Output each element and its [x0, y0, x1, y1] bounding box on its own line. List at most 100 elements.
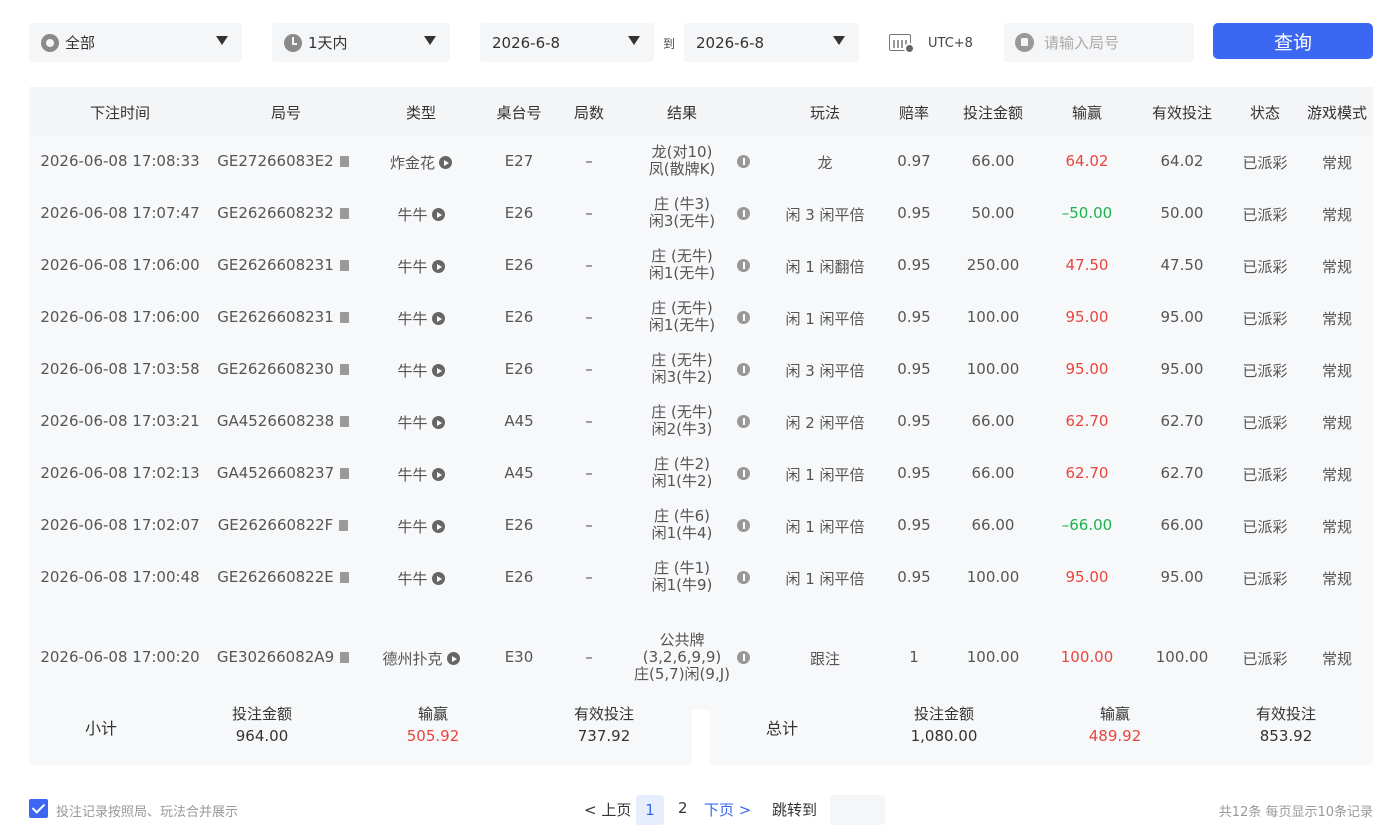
cell-winloss: 62.70: [1042, 412, 1132, 430]
play-replay-icon[interactable]: [431, 520, 445, 533]
cell-table: E26: [489, 256, 549, 274]
cell-count: –: [569, 256, 609, 274]
cell-status: 已派彩: [1230, 308, 1300, 329]
cell-bet-text: 100.00: [966, 568, 1020, 586]
cell-count-text: –: [585, 464, 593, 482]
merge-checkbox[interactable]: [29, 799, 48, 818]
cell-count-text: –: [585, 204, 593, 222]
cell-mode-text: 常规: [1321, 258, 1352, 276]
info-icon[interactable]: [737, 207, 750, 220]
page-1-button[interactable]: 1: [636, 795, 664, 825]
play-replay-icon[interactable]: [431, 468, 445, 481]
play-replay-icon[interactable]: [439, 156, 452, 169]
column-header-round: 局号: [270, 104, 301, 122]
cell-round-text: GE2626608231: [217, 256, 334, 274]
cell-odds-text: 1: [909, 648, 919, 666]
cell-valid: 64.02: [1137, 152, 1227, 170]
cell-play: 闲 1 闲翻倍: [770, 256, 880, 277]
cell-count: –: [569, 152, 609, 170]
cell-type-text: 牛牛: [397, 466, 428, 484]
info-icon[interactable]: [737, 651, 750, 664]
result-line: 庄 (牛3): [653, 195, 711, 213]
jump-to-label: 跳转到: [772, 801, 818, 819]
info-icon[interactable]: [737, 519, 750, 532]
copy-icon[interactable]: [339, 364, 349, 375]
info-icon[interactable]: [737, 415, 750, 428]
copy-icon[interactable]: [340, 416, 350, 427]
round-icon: [1015, 33, 1034, 52]
cell-bet-text: 100.00: [966, 360, 1020, 378]
copy-icon[interactable]: [339, 156, 349, 167]
cell-mode: 常规: [1302, 648, 1372, 669]
info-icon[interactable]: [737, 155, 750, 168]
copy-icon[interactable]: [339, 208, 349, 219]
copy-icon[interactable]: [339, 312, 349, 323]
cell-mode-text: 常规: [1321, 414, 1352, 432]
cell-count: –: [569, 412, 609, 430]
cell-play-text: 闲 1 闲翻倍: [785, 258, 865, 276]
play-replay-icon[interactable]: [431, 208, 445, 221]
cell-type-text: 德州扑克: [382, 650, 443, 668]
result-line: 庄 (无牛): [651, 247, 713, 265]
info-icon[interactable]: [737, 259, 750, 272]
cell-bet-text: 66.00: [971, 516, 1015, 534]
cell-table-text: E26: [504, 568, 534, 586]
play-replay-icon[interactable]: [431, 260, 445, 273]
category-select[interactable]: 全部: [29, 23, 242, 62]
prev-page-link[interactable]: < 上页: [584, 799, 631, 820]
cell-bet-text: 50.00: [971, 204, 1015, 222]
copy-icon[interactable]: [340, 468, 350, 479]
period-select[interactable]: 1天内: [272, 23, 450, 62]
date-from-select[interactable]: 2026-6-8: [480, 23, 654, 62]
cell-bet-text: 66.00: [971, 412, 1015, 430]
cell-count: –: [569, 308, 609, 326]
info-icon[interactable]: [737, 311, 750, 324]
copy-icon[interactable]: [339, 260, 349, 271]
cell-bet-text: 66.00: [971, 152, 1015, 170]
result-line: 闲3(无牛): [648, 212, 716, 230]
cell-winloss: 95.00: [1042, 308, 1132, 326]
cell-table: E30: [489, 648, 549, 666]
cell-bet: 66.00: [948, 152, 1038, 170]
cell-play-text: 闲 2 闲平倍: [785, 414, 865, 432]
next-page-link[interactable]: 下页 >: [704, 799, 751, 820]
info-icon[interactable]: [737, 571, 750, 584]
result-line: 闲1(无牛): [648, 264, 716, 282]
round-search[interactable]: [1004, 23, 1194, 62]
cell-status-text: 已派彩: [1242, 466, 1288, 484]
play-replay-icon[interactable]: [431, 416, 445, 429]
cell-time-text: 2026-06-08 17:06:00: [40, 256, 200, 274]
cell-odds: 0.95: [889, 204, 939, 222]
cell-status: 已派彩: [1230, 360, 1300, 381]
copy-icon[interactable]: [339, 572, 349, 583]
calendar-icon[interactable]: [889, 32, 915, 54]
cell-round-text: GE2626608232: [217, 204, 334, 222]
cell-mode-text: 常规: [1321, 310, 1352, 328]
play-replay-icon[interactable]: [431, 572, 445, 585]
play-replay-icon[interactable]: [446, 652, 460, 665]
table-row: 2026-06-08 17:06:00 GE2626608231 牛牛 E26 – 庄 (…: [29, 291, 1373, 343]
play-replay-icon[interactable]: [431, 364, 445, 377]
cell-round-text: GE27266083E2: [217, 152, 334, 170]
date-range-separator: 到: [663, 37, 676, 51]
total-valid-value: 853.92: [1259, 727, 1313, 745]
page-2-button[interactable]: 2: [678, 799, 688, 817]
round-search-input[interactable]: [1044, 33, 1184, 52]
cell-bet: 250.00: [948, 256, 1038, 274]
cell-odds: 0.97: [889, 152, 939, 170]
result-line: 闲1(牛4): [651, 524, 713, 542]
query-button[interactable]: 查询: [1213, 23, 1373, 59]
jump-page-input[interactable]: [830, 795, 885, 825]
info-icon[interactable]: [737, 363, 750, 376]
copy-icon[interactable]: [339, 520, 349, 531]
date-to-select[interactable]: 2026-6-8: [684, 23, 859, 62]
copy-icon[interactable]: [340, 652, 350, 663]
info-icon[interactable]: [737, 467, 750, 480]
cell-type-text: 牛牛: [397, 206, 428, 224]
cell-status-text: 已派彩: [1242, 414, 1288, 432]
cell-winloss-text: 62.70: [1065, 412, 1109, 430]
cell-mode: 常规: [1302, 568, 1372, 589]
play-replay-icon[interactable]: [431, 312, 445, 325]
cell-bet: 66.00: [948, 412, 1038, 430]
cell-valid: 95.00: [1137, 308, 1227, 326]
